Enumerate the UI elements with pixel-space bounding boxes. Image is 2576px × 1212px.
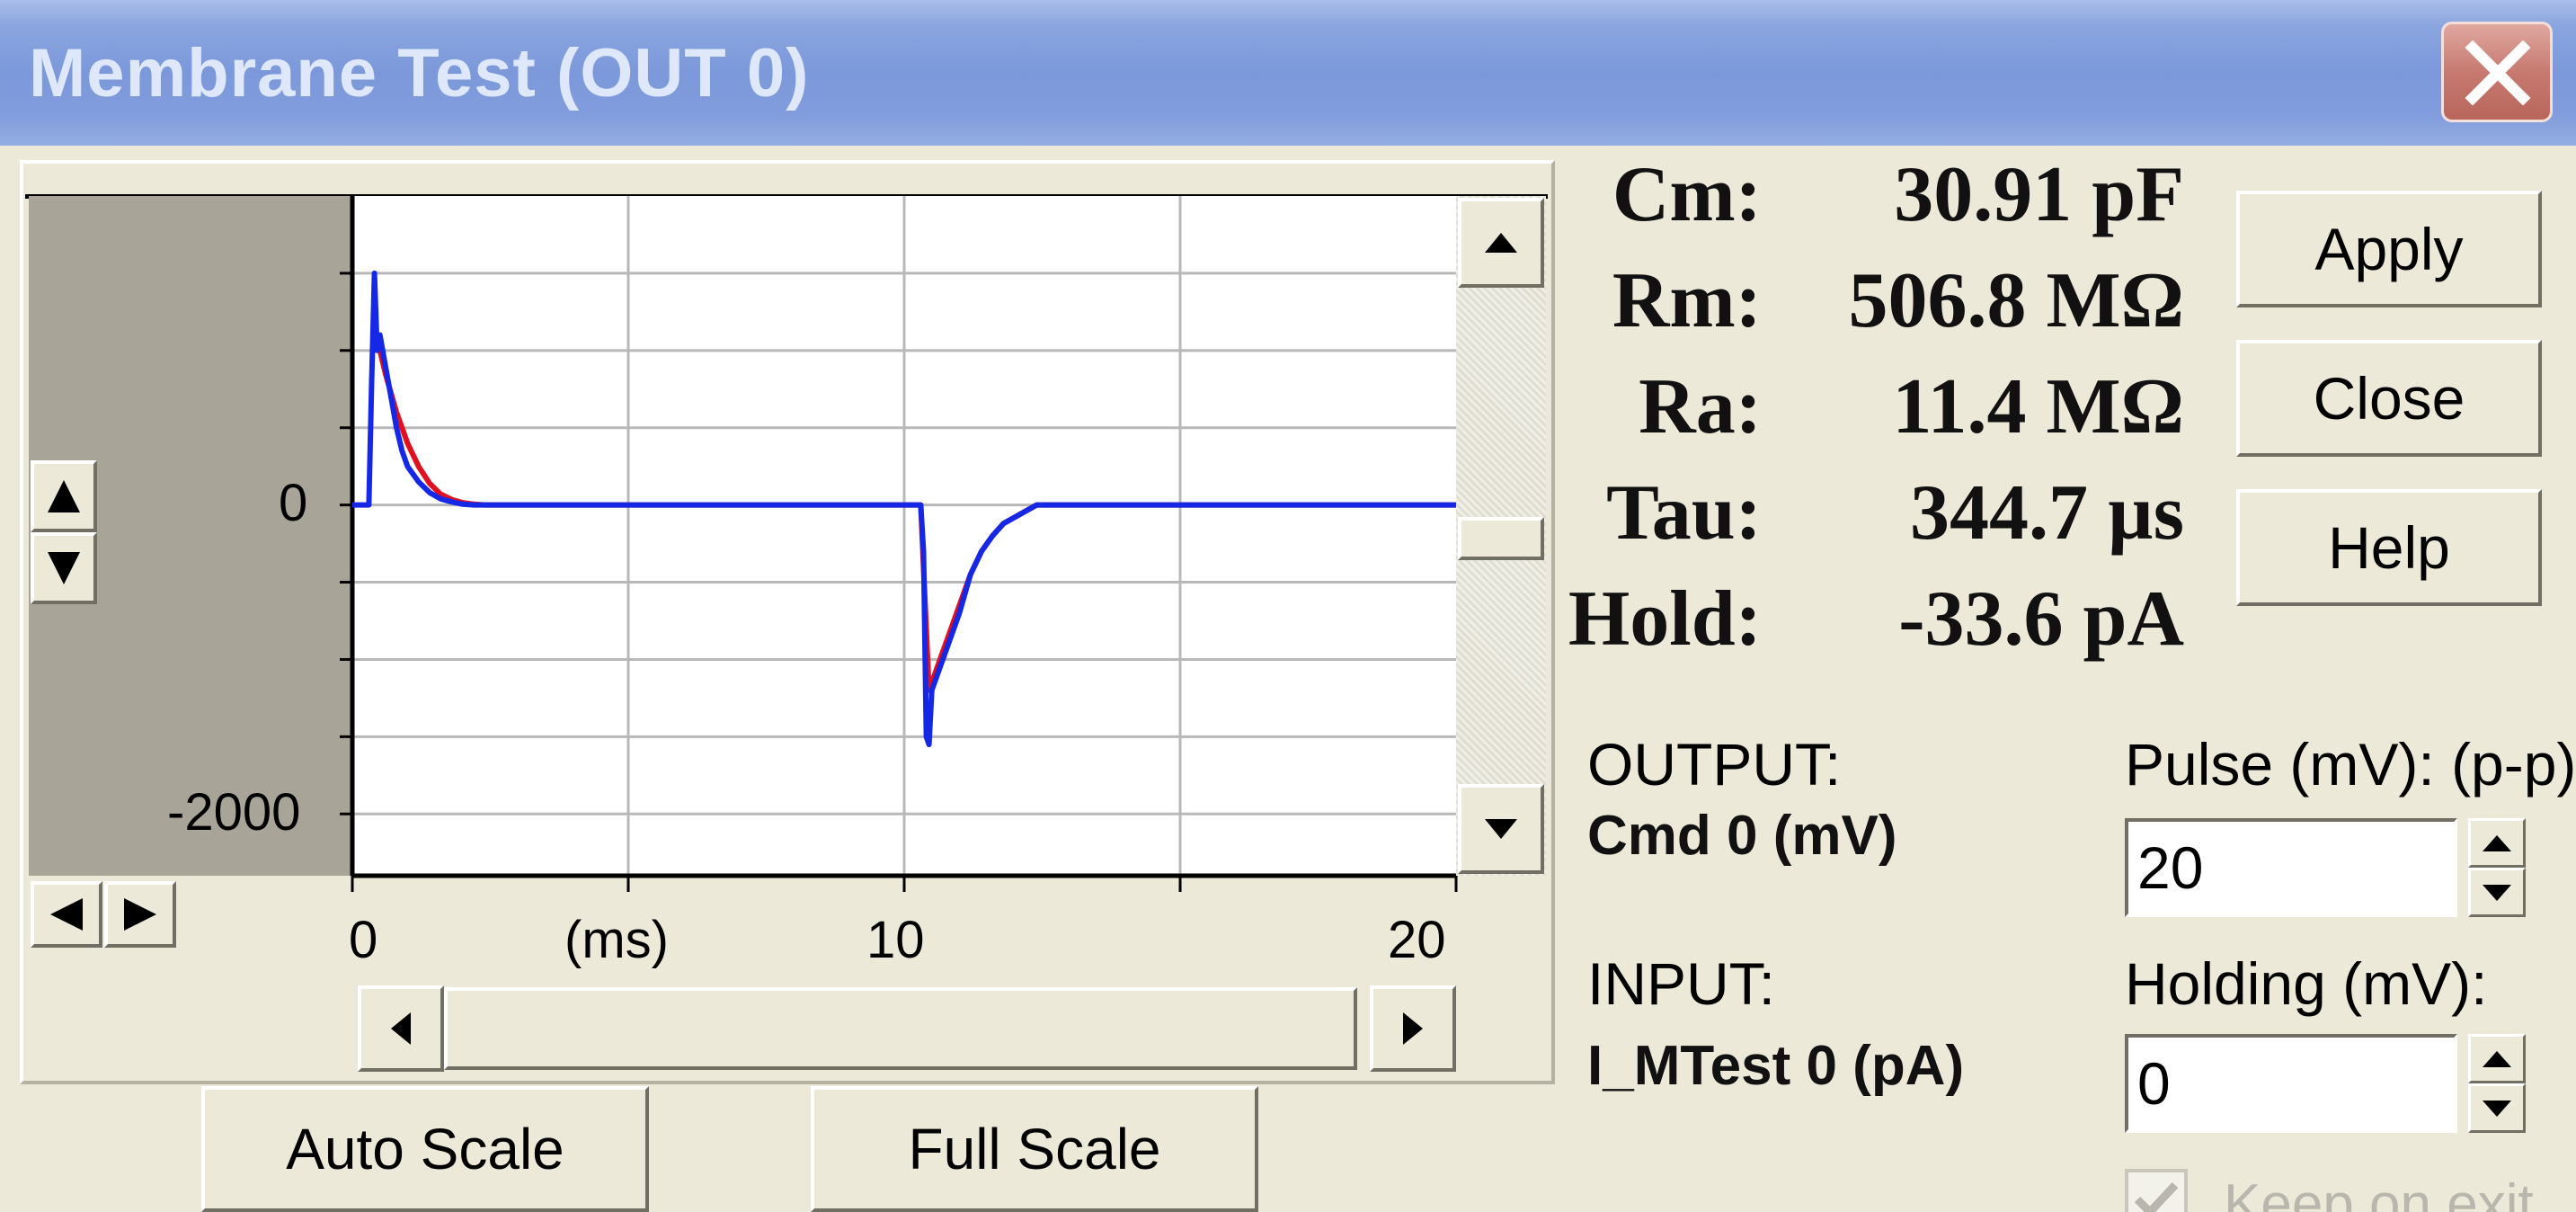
spin-up-icon: [2483, 1050, 2511, 1067]
full-scale-label: Full Scale: [908, 1117, 1161, 1181]
rm-value: 506.8 MΩ: [1848, 257, 2184, 344]
pulse-spinner[interactable]: [2468, 818, 2526, 917]
arrow-down-icon: [1485, 819, 1517, 839]
triangle-down-icon: [48, 552, 80, 584]
close-label: Close: [2313, 365, 2465, 432]
scroll-thumb-horizontal[interactable]: [444, 987, 1357, 1070]
arrow-left-icon: [391, 1012, 411, 1045]
x-scale-left-button[interactable]: [31, 881, 102, 948]
ra-label: Ra:: [1639, 363, 1762, 450]
scroll-thumb-vertical[interactable]: [1458, 517, 1544, 560]
pulse-input[interactable]: [2125, 818, 2457, 917]
output-title: OUTPUT:: [1587, 731, 1842, 798]
membrane-test-window: Membrane Test (OUT 0) 0 -2000 0 (ms) 10 …: [0, 0, 2576, 1212]
pulse-spin-down[interactable]: [2468, 868, 2526, 917]
tau-value: 344.7 µs: [1910, 469, 2184, 557]
y-scale-up-button[interactable]: [31, 460, 97, 532]
holding-label: Holding (mV):: [2125, 950, 2488, 1017]
input-value: I_MTest 0 (pA): [1587, 1035, 1965, 1097]
holding-spin-up[interactable]: [2468, 1034, 2526, 1083]
arrow-right-icon: [1403, 1012, 1423, 1045]
scroll-up-button[interactable]: [1458, 198, 1544, 288]
x-tick-label-20: 20: [1388, 911, 1446, 969]
tau-label: Tau:: [1606, 469, 1762, 557]
y-tick-label-0: 0: [279, 474, 308, 532]
plot-axes: [340, 196, 1458, 892]
cm-value: 30.91 pF: [1894, 151, 2184, 238]
input-title: INPUT:: [1587, 950, 1776, 1017]
scroll-down-button[interactable]: [1458, 784, 1544, 874]
full-scale-button[interactable]: Full Scale: [811, 1086, 1258, 1212]
output-value: Cmd 0 (mV): [1587, 805, 1897, 867]
rm-label: Rm:: [1612, 257, 1762, 344]
pulse-spin-up[interactable]: [2468, 818, 2526, 868]
scroll-right-button[interactable]: [1370, 985, 1456, 1072]
auto-scale-button[interactable]: Auto Scale: [201, 1086, 649, 1212]
auto-scale-label: Auto Scale: [286, 1117, 564, 1181]
ra-value: 11.4 MΩ: [1892, 363, 2184, 450]
triangle-left-icon: [50, 898, 83, 931]
spin-down-icon: [2483, 884, 2511, 901]
holding-input[interactable]: [2125, 1034, 2457, 1133]
apply-button[interactable]: Apply: [2236, 191, 2542, 307]
pulse-label: Pulse (mV): (p-p): [2125, 731, 2576, 798]
scroll-left-button[interactable]: [358, 985, 444, 1072]
triangle-up-icon: [48, 480, 80, 512]
apply-label: Apply: [2314, 216, 2464, 282]
keep-on-exit-label: Keep on exit: [2224, 1173, 2534, 1212]
holding-spin-down[interactable]: [2468, 1083, 2526, 1133]
fit-trace: [371, 326, 1456, 693]
hold-label: Hold:: [1568, 575, 1762, 663]
spin-up-icon: [2483, 834, 2511, 851]
y-tick-label-neg2000: -2000: [167, 783, 301, 842]
plot-grid: [352, 196, 1456, 876]
hold-value: -33.6 pA: [1898, 575, 2184, 663]
holding-spinner[interactable]: [2468, 1034, 2526, 1133]
close-button[interactable]: Close: [2236, 340, 2542, 457]
x-tick-label-10: 10: [866, 911, 925, 969]
y-scale-down-button[interactable]: [31, 532, 97, 604]
cm-label: Cm:: [1612, 151, 1762, 238]
x-tick-label-0: 0: [349, 911, 378, 969]
triangle-right-icon: [124, 898, 156, 931]
spin-down-icon: [2483, 1100, 2511, 1117]
x-scale-right-button[interactable]: [104, 881, 176, 948]
checkmark-icon: [2134, 1181, 2179, 1212]
arrow-up-icon: [1485, 233, 1517, 253]
help-button[interactable]: Help: [2236, 489, 2542, 606]
keep-on-exit-checkbox[interactable]: [2125, 1169, 2188, 1212]
x-axis-unit: (ms): [564, 911, 669, 969]
help-label: Help: [2328, 514, 2450, 581]
